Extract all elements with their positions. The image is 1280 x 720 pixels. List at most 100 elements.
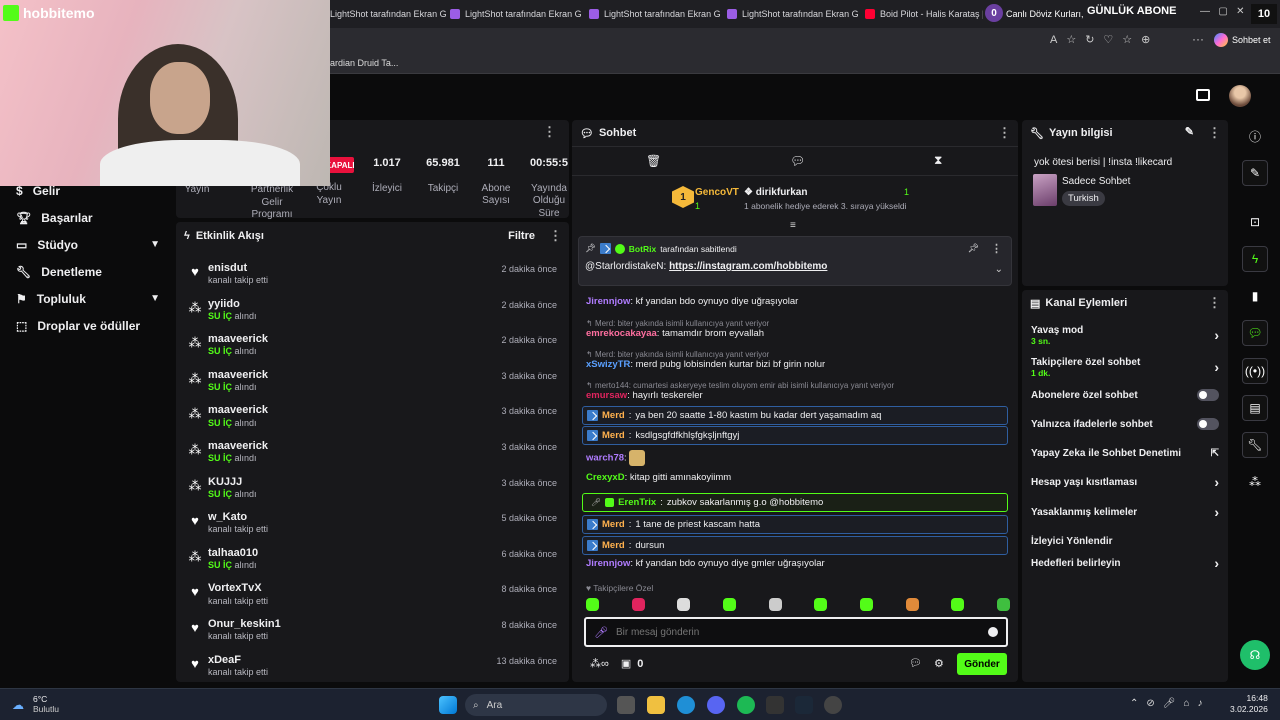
more-options-icon[interactable]: ⋮ (991, 242, 1002, 255)
copilot-button[interactable]: Sohbet et (1214, 31, 1271, 49)
wrench-icon[interactable]: 🔧︎ (1242, 432, 1268, 458)
channel-action-item[interactable]: İzleyici Yönlendir (1022, 531, 1228, 551)
browser-tab[interactable]: Boid Pilot - Halis Karataş | 1! (865, 4, 983, 24)
chat-username[interactable]: CrexyxD (586, 472, 625, 483)
activity-item[interactable]: ⁂ maaveerick SU İÇ alındı 3 dakika önce (176, 435, 569, 471)
pencil-icon[interactable]: ✎ (1242, 160, 1268, 186)
emote-icon[interactable] (722, 598, 736, 611)
activity-item[interactable]: ⁂ maaveerick SU İÇ alındı 3 dakika önce (176, 364, 569, 400)
chat-message[interactable]: warch78: (572, 450, 1018, 466)
channel-action-item[interactable]: Hesap yaşı kısıtlaması › (1022, 472, 1228, 492)
chat-username[interactable]: Merd (602, 519, 625, 530)
folder-icon[interactable] (647, 696, 665, 714)
gear-icon[interactable]: ⚙︎ (934, 657, 944, 670)
activity-item[interactable]: ♥ xDeaF kanalı takip etti 13 dakika önce (176, 649, 569, 685)
chat-message[interactable]: Merd:1 tane de priest kascam hatta (572, 515, 1018, 534)
emote-icon[interactable] (996, 598, 1010, 611)
browser-tab[interactable]: Canlı Döviz Kurları, (1006, 4, 1086, 24)
activity-item[interactable]: ⁂ KUJJJ SU İÇ alındı 3 dakika önce (176, 471, 569, 507)
edge-icon[interactable] (677, 696, 695, 714)
chat-username[interactable]: Merd (602, 410, 625, 421)
taskbar-search[interactable]: ⌕ Ara (465, 694, 607, 716)
users-icon[interactable]: ⁂ (1242, 469, 1268, 495)
expand-icon[interactable]: ≡ (790, 220, 796, 231)
more-icon[interactable]: ··· (1192, 32, 1204, 46)
mic-icon[interactable]: 🎤︎ (594, 626, 608, 639)
pencil-icon[interactable]: ✎ (1185, 125, 1194, 141)
chat-message[interactable]: Jirennjow: kf yandan bdo oynuyo diye gml… (572, 558, 1018, 570)
channel-action-item[interactable]: Hedefleri belirleyin › (1022, 553, 1228, 573)
chat-message[interactable]: ↰ Merd: biter yakında isimli kullanıcıya… (572, 350, 1018, 371)
sidebar-item-denetleme[interactable]: 🔧︎ Denetleme (0, 258, 176, 285)
taskview-icon[interactable] (617, 696, 635, 714)
bookmark-item[interactable]: ardian Druid Ta... (330, 58, 398, 68)
support-icon[interactable]: ☊ (1240, 640, 1270, 670)
activity-item[interactable]: ⁂ yyiido SU İÇ alındı 2 dakika önce (176, 293, 569, 329)
chat-bubble-icon[interactable]: 💬︎ (790, 154, 805, 168)
activity-item[interactable]: ♥ VortexTvX kanalı takip etti 8 dakika önce (176, 577, 569, 613)
info-icon[interactable]: ⓘ (1242, 123, 1268, 149)
more-options-icon[interactable]: ⋮ (1208, 295, 1221, 311)
chat-message[interactable]: ↰ merto144: cumartesi askeryeye teslim o… (572, 381, 1018, 402)
weather-widget[interactable]: 6°C Bulutlu (33, 694, 59, 714)
activity-item[interactable]: ⁂ maaveerick SU İÇ alındı 2 dakika önce (176, 328, 569, 364)
chat-message[interactable]: Jirennjow: kf yandan bdo oynuyo diye uğr… (572, 296, 1018, 308)
emote-icon[interactable] (768, 598, 782, 611)
activity-item[interactable]: ♥ w_Kato kanalı takip etti 5 dakika önce (176, 506, 569, 542)
points-icon[interactable]: ⁂∞ (590, 657, 609, 670)
pinned-link[interactable]: https://instagram.com/hobbitemo (669, 261, 827, 272)
activity-item[interactable]: ♥ Onur_keskin1 kanalı takip etti 8 dakika ö… (176, 613, 569, 649)
channel-action-item[interactable]: Takipçilere özel sohbet 1 dk. › (1022, 354, 1228, 380)
activity-item[interactable]: ⁂ talhaa010 SU İÇ alındı 6 dakika önce (176, 542, 569, 578)
chat-username[interactable]: Jirennjow (586, 558, 630, 569)
hourglass-icon[interactable]: ⧗ (934, 153, 942, 168)
chat-icon[interactable]: 💬︎ (1242, 320, 1268, 346)
obs-icon[interactable] (824, 696, 842, 714)
discord-icon[interactable] (707, 696, 725, 714)
send-button[interactable]: Gönder (957, 653, 1007, 675)
browser-tab[interactable]: LightShot tarafından Ekran G (589, 4, 721, 24)
emote-icon[interactable] (586, 598, 599, 611)
filter-button[interactable]: Filtre (508, 230, 535, 242)
chat-username[interactable]: Jirennjow (586, 296, 630, 307)
emote-icon[interactable] (859, 598, 873, 611)
more-options-icon[interactable]: ⋮ (549, 228, 562, 244)
chat-username[interactable]: Merd (602, 540, 625, 551)
chat-username[interactable]: emursaw (586, 390, 627, 401)
gifter-name[interactable]: ❖ dirikfurkan (744, 187, 807, 198)
channel-action-item[interactable]: Yasaklanmış kelimeler › (1022, 502, 1228, 522)
chevron-down-icon[interactable]: ⌄ (995, 264, 1003, 275)
chat-bubble-icon[interactable]: 💬︎ (909, 658, 922, 669)
bolt-icon[interactable]: ϟ (1242, 246, 1268, 272)
more-options-icon[interactable]: ⋮ (1208, 125, 1221, 141)
browser-tab[interactable]: LightShot tarafından Ekran G (330, 4, 448, 24)
chat-message[interactable]: 🎤︎ ErenTrix: zubkov sakarlanmış g.o @hobbi… (572, 493, 1018, 512)
clipboard-icon[interactable]: ▮ (1242, 283, 1268, 309)
emote-icon[interactable] (677, 598, 691, 611)
channel-action-item[interactable]: Yavaş mod 3 sn. › (1022, 322, 1228, 348)
tray-icons[interactable]: ⌃⊘🎤︎⌂♪ (1130, 698, 1211, 709)
chat-input-box[interactable]: 🎤︎ (584, 617, 1008, 647)
more-options-icon[interactable]: ⋮ (543, 124, 556, 140)
emote-icon[interactable] (814, 598, 828, 611)
chat-message[interactable]: CrexyxD: kitap gitti amınakoyiimm (572, 472, 1018, 484)
channel-action-item[interactable]: Abonelere özel sohbet (1022, 385, 1228, 405)
chat-message[interactable]: Merd: ksdlgsgfdfkhlşfgkşljnftgyj (572, 426, 1018, 445)
toggle-switch[interactable] (1197, 389, 1219, 401)
activity-item[interactable]: ♥ enisdut kanalı takip etti 2 dakika önce (176, 257, 569, 293)
emote-icon[interactable] (905, 598, 919, 611)
chat-message[interactable]: Merd: dursun (572, 536, 1018, 555)
emoji-icon[interactable] (988, 627, 998, 637)
browser-tab[interactable]: LightShot tarafından Ekran G (727, 4, 859, 24)
chat-message[interactable]: Merd: ya ben 20 saatte 1-80 kastım bu kad… (572, 406, 1018, 425)
toggle-switch[interactable] (1197, 418, 1219, 430)
unpin-icon[interactable]: 📌︎ (968, 243, 979, 254)
layout-icon[interactable]: ▤ (1242, 395, 1268, 421)
toolbar-icons[interactable]: A☆↻♡☆⊕ (1050, 33, 1159, 46)
sidebar-item-topluluk[interactable]: ⚑ Topluluk ▼ (0, 285, 176, 312)
chat-message[interactable]: ↰ Merd: biter yakında isimli kullanıcıya… (572, 319, 1018, 340)
avatar[interactable] (1229, 85, 1251, 107)
channel-action-item[interactable]: Yapay Zeka ile Sohbet Denetimi ⇱ (1022, 443, 1228, 463)
chat-username[interactable]: warch78 (586, 453, 624, 464)
chat-username[interactable]: xSwizyTR (586, 359, 630, 370)
